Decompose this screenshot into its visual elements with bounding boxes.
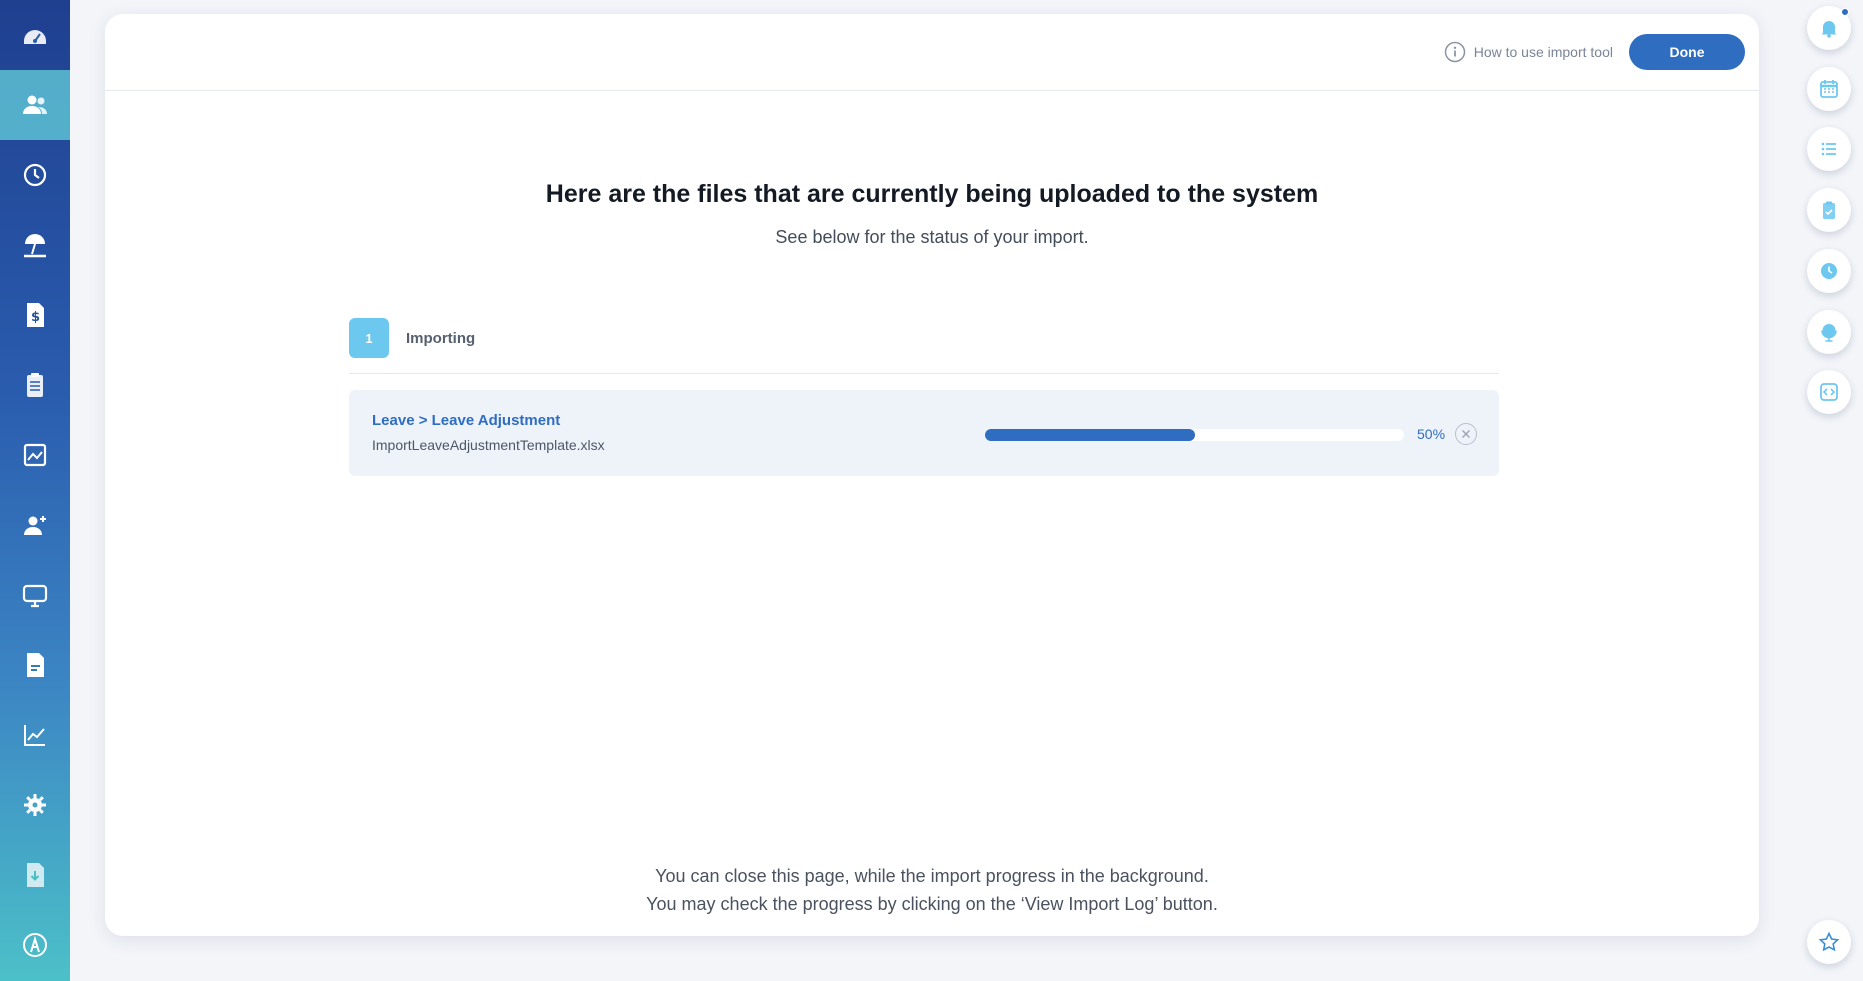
clock-icon — [1821, 263, 1837, 279]
upload-progress-fill — [985, 429, 1195, 441]
footer-line-2: You may check the progress by clicking o… — [646, 894, 1218, 914]
svg-text:$: $ — [31, 310, 40, 325]
image-chart-icon — [23, 443, 47, 467]
time-clock-button[interactable] — [1807, 249, 1851, 293]
import-status-card: How to use import tool Done Here are the… — [105, 14, 1759, 936]
notifications-button[interactable] — [1807, 6, 1851, 50]
settings-gear-icon — [24, 794, 46, 816]
global-button[interactable] — [1807, 310, 1851, 354]
approvals-button[interactable] — [1807, 188, 1851, 232]
sidebar-item-people[interactable] — [0, 70, 70, 140]
notification-dot — [1841, 8, 1849, 16]
sidebar-item-settings[interactable] — [0, 770, 70, 840]
beach-umbrella-icon — [24, 234, 46, 258]
section-divider — [349, 373, 1499, 374]
sidebar-item-import[interactable] — [0, 840, 70, 910]
add-user-icon — [24, 516, 46, 535]
help-link-label: How to use import tool — [1473, 44, 1613, 60]
favorites-button[interactable] — [1807, 920, 1851, 964]
code-icon — [1820, 383, 1838, 401]
sidebar-item-dashboard[interactable] — [0, 0, 70, 70]
background-import-note: You can close this page, while the impor… — [105, 862, 1759, 918]
upload-progress-percent: 50% — [1417, 426, 1446, 442]
list-icon — [1821, 142, 1836, 156]
globe-icon — [1821, 324, 1837, 342]
star-icon — [1818, 931, 1840, 952]
sidebar-item-gallery[interactable] — [0, 420, 70, 490]
footer-line-1: You can close this page, while the impor… — [655, 866, 1209, 886]
info-icon — [1444, 41, 1465, 63]
sidebar-item-monitor[interactable] — [0, 560, 70, 630]
file-download-icon — [27, 863, 44, 887]
step-number-badge: 1 — [349, 318, 389, 358]
page-title: Here are the files that are currently be… — [545, 180, 1319, 208]
how-to-use-import-tool-link[interactable]: How to use import tool — [1444, 41, 1613, 63]
payroll-document-icon: $ — [27, 303, 44, 327]
calendar-icon — [1820, 80, 1838, 98]
importing-step: 1 Importing — [349, 318, 475, 358]
sidebar-item-reports[interactable] — [0, 700, 70, 770]
monitor-icon — [22, 584, 48, 608]
people-icon — [23, 95, 47, 114]
task-list-button[interactable] — [1807, 127, 1851, 171]
sidebar-item-leave[interactable] — [0, 210, 70, 280]
upload-progress-bar — [985, 429, 1404, 441]
sidebar-item-clipboard[interactable] — [0, 350, 70, 420]
bell-icon — [1821, 21, 1837, 38]
sidebar-item-app[interactable] — [0, 910, 70, 980]
clipboard-icon — [27, 373, 43, 397]
sidebar-item-payroll[interactable]: $ — [0, 280, 70, 350]
calendar-button[interactable] — [1807, 67, 1851, 111]
page-subtitle: See below for the status of your import. — [775, 227, 1089, 247]
file-module-path: Leave > Leave Adjustment — [372, 412, 561, 429]
line-chart-icon — [24, 725, 45, 746]
cancel-upload-button[interactable] — [1455, 423, 1477, 445]
clipboard-check-icon — [1823, 201, 1835, 219]
sidebar-item-add-user[interactable] — [0, 490, 70, 560]
close-icon — [1462, 430, 1470, 438]
done-button[interactable]: Done — [1629, 34, 1745, 70]
app-logo-icon — [23, 933, 47, 957]
import-file-row: Leave > Leave Adjustment ImportLeaveAdju… — [349, 390, 1499, 476]
sidebar-item-history[interactable] — [0, 140, 70, 210]
card-header: How to use import tool Done — [105, 14, 1759, 91]
dashboard-icon — [24, 30, 46, 44]
step-label: Importing — [406, 329, 476, 347]
file-name: ImportLeaveAdjustmentTemplate.xlsx — [372, 437, 605, 453]
left-sidebar: $ — [0, 0, 70, 981]
sidebar-item-documents[interactable] — [0, 630, 70, 700]
document-icon — [27, 653, 44, 677]
history-icon — [23, 163, 47, 187]
developer-tools-button[interactable] — [1807, 370, 1851, 414]
